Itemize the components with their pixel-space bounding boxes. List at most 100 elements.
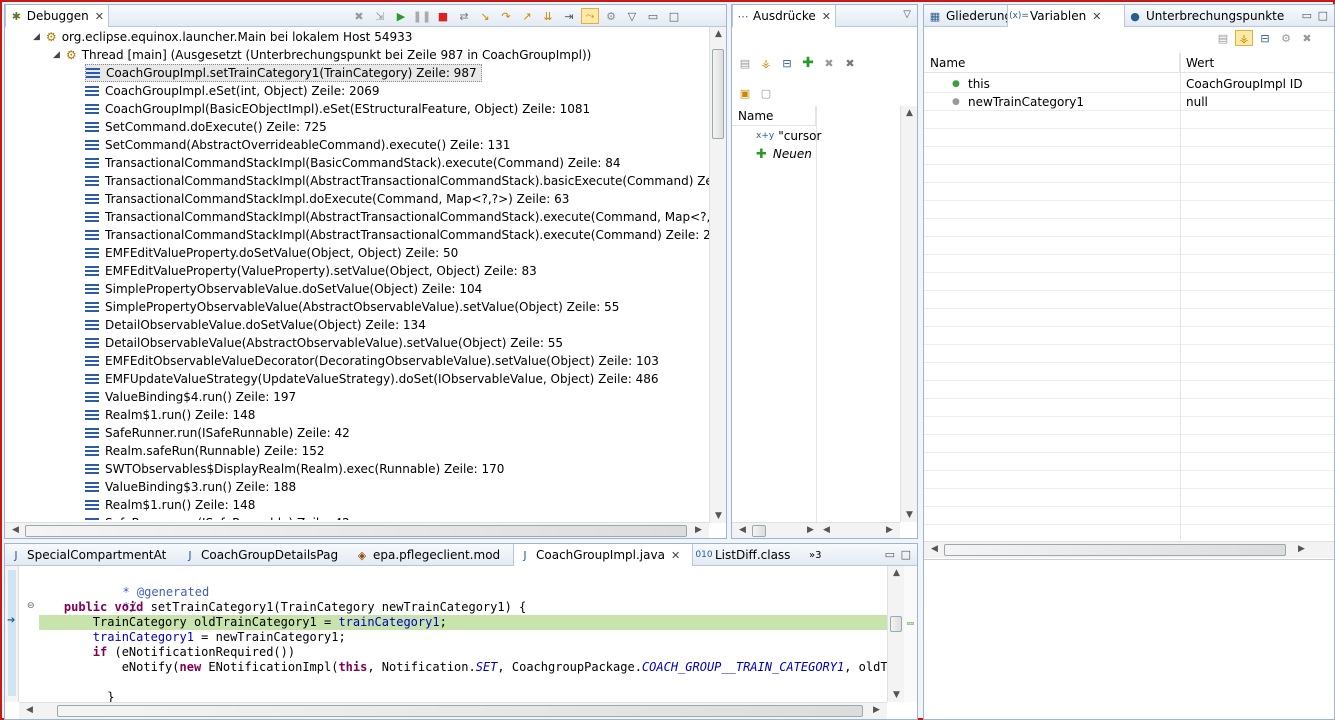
close-icon[interactable]: ✕ bbox=[95, 10, 104, 23]
variables-header-value[interactable]: Wert bbox=[1180, 53, 1334, 73]
scroll-thumb[interactable] bbox=[752, 525, 766, 537]
remove-terminated-icon[interactable]: ✖ bbox=[350, 8, 368, 24]
stack-frame[interactable]: Realm$1.run() Zeile: 148 bbox=[85, 496, 255, 514]
stack-frame[interactable]: TransactionalCommandStackImpl.doExecute(… bbox=[85, 190, 569, 208]
variables-header-name[interactable]: Name bbox=[924, 53, 1180, 73]
disconnect-icon[interactable]: ⇄ bbox=[455, 8, 473, 24]
stack-frame[interactable]: SimplePropertyObservableValue.doSetValue… bbox=[85, 280, 482, 298]
detail-pane[interactable] bbox=[924, 559, 1334, 719]
view-menu-icon[interactable]: ▽ bbox=[623, 8, 641, 24]
use-step-filters-icon[interactable]: ⇥ bbox=[560, 8, 578, 24]
add-expression-icon[interactable]: ✚ bbox=[799, 55, 817, 71]
stack-frame[interactable]: TransactionalCommandStackImpl(AbstractTr… bbox=[85, 208, 710, 226]
scroll-thumb[interactable] bbox=[890, 616, 902, 632]
show-logical-structure-icon[interactable]: ⚶ bbox=[757, 55, 775, 71]
scroll-thumb[interactable] bbox=[57, 705, 863, 717]
editor-hscroll[interactable]: ◀ ▶ bbox=[19, 702, 887, 719]
step-return-icon[interactable]: ↗ bbox=[518, 8, 536, 24]
tab-editor-1[interactable]: J SpecialCompartmentAt bbox=[5, 544, 170, 566]
variable-row[interactable]: ● newTrainCategory1 null bbox=[924, 93, 1334, 111]
tab-editor-5[interactable]: 010 ListDiff.class bbox=[693, 544, 794, 566]
scroll-thumb[interactable] bbox=[25, 525, 687, 537]
stack-frame[interactable]: DetailObservableValue.doSetValue(Object)… bbox=[85, 316, 426, 334]
minimize-icon[interactable]: ▭ bbox=[885, 548, 895, 561]
tab-variablen[interactable]: (x)= Variablen ✕ bbox=[1007, 5, 1125, 27]
stack-frame[interactable]: Realm$1.run() Zeile: 148 bbox=[85, 406, 255, 424]
tab-editor-3[interactable]: ◈ epa.pflegeclient.mod bbox=[351, 544, 504, 566]
show-type-names-icon[interactable]: ▤ bbox=[736, 55, 754, 71]
editor-vscroll[interactable]: ▲ ▼ bbox=[887, 566, 904, 702]
expressions-hscroll[interactable]: ◀ ▶ ◀ ▶ bbox=[732, 522, 900, 538]
close-icon[interactable]: ✕ bbox=[1092, 10, 1101, 23]
expanded-icon[interactable]: ◢ bbox=[33, 32, 40, 42]
tab-editor-active[interactable]: J CoachGroupImpl.java ✕ bbox=[513, 544, 693, 566]
add-watch-icon[interactable]: ⚙ bbox=[1277, 30, 1295, 46]
variables-hscroll[interactable]: ◀ ▶ bbox=[924, 541, 1334, 558]
debug-hscroll[interactable]: ◀ ▶ bbox=[5, 522, 709, 538]
step-into-icon[interactable]: ↘ bbox=[476, 8, 494, 24]
tab-editor-2[interactable]: J CoachGroupDetailsPag bbox=[179, 544, 342, 566]
tab-gliederung[interactable]: ▦ Gliederung bbox=[924, 5, 1016, 27]
resume-icon[interactable]: ▶ bbox=[392, 8, 410, 24]
fold-icon[interactable]: ⊖ bbox=[27, 601, 35, 611]
stack-frame[interactable]: ValueBinding$4.run() Zeile: 197 bbox=[85, 388, 296, 406]
stack-frame[interactable]: TransactionalCommandStackImpl(BasicComma… bbox=[85, 154, 620, 172]
stack-frame[interactable]: EMFEditValueProperty(ValueProperty).setV… bbox=[85, 262, 537, 280]
new-watch-icon[interactable]: ▣ bbox=[736, 85, 754, 101]
stack-frame[interactable]: SafeRunner.run(ISafeRunnable) Zeile: 42 bbox=[85, 424, 350, 442]
remove-all-icon[interactable]: ✖ bbox=[841, 55, 859, 71]
stack-frame[interactable]: SetCommand(AbstractOverrideableCommand).… bbox=[85, 136, 510, 154]
scroll-thumb[interactable] bbox=[944, 544, 1286, 556]
collapse-all-icon[interactable]: ⊟ bbox=[1256, 30, 1274, 46]
drop-to-frame-icon[interactable]: ⇊ bbox=[539, 8, 557, 24]
maximize-icon[interactable]: □ bbox=[1318, 9, 1328, 22]
launch-node[interactable]: ◢ ⚙ org.eclipse.equinox.launcher.Main be… bbox=[33, 28, 412, 46]
stack-frame[interactable]: SafeRunner.run(ISafeRunnable) Zeile: 42 bbox=[85, 514, 350, 520]
stack-frame[interactable]: EMFUpdateValueStrategy(UpdateValueStrate… bbox=[85, 370, 659, 388]
connect-icon[interactable]: ⇲ bbox=[371, 8, 389, 24]
minimize-icon[interactable]: ▭ bbox=[1302, 9, 1312, 22]
show-logical-structure-icon[interactable]: ⚶ bbox=[1235, 30, 1253, 46]
stack-frame[interactable]: SWTObservables$DisplayRealm(Realm).exec(… bbox=[85, 460, 504, 478]
copy-expression-icon[interactable]: ▢ bbox=[757, 85, 775, 101]
stack-frame[interactable]: ValueBinding$3.run() Zeile: 188 bbox=[85, 478, 296, 496]
show-type-names-icon[interactable]: ▤ bbox=[1214, 30, 1232, 46]
expanded-icon[interactable]: ◢ bbox=[53, 50, 60, 60]
stack-frame[interactable]: TransactionalCommandStackImpl(AbstractTr… bbox=[85, 172, 710, 190]
stack-frame[interactable]: SimplePropertyObservableValue(AbstractOb… bbox=[85, 298, 619, 316]
thread-node[interactable]: ◢ ⚙ Thread [main] (Ausgesetzt (Unterbrec… bbox=[53, 46, 591, 64]
stack-frame[interactable]: EMFEditObservableValueDecorator(Decorati… bbox=[85, 352, 659, 370]
overview-marker[interactable] bbox=[907, 622, 914, 625]
terminate-icon[interactable]: ■ bbox=[434, 8, 452, 24]
stack-frame[interactable]: CoachGroupImpl.setTrainCategory1(TrainCa… bbox=[85, 64, 482, 82]
remove-icon[interactable]: ✖ bbox=[1298, 30, 1316, 46]
stack-frame[interactable]: SetCommand.doExecute() Zeile: 725 bbox=[85, 118, 327, 136]
stack-frame[interactable]: CoachGroupImpl(BasicEObjectImpl).eSet(ES… bbox=[85, 100, 590, 118]
remove-expression-icon[interactable]: ✖ bbox=[820, 55, 838, 71]
add-new-expression[interactable]: ✚ Neuen bbox=[756, 145, 812, 163]
step-over-icon[interactable]: ↷ bbox=[497, 8, 515, 24]
collapse-all-icon[interactable]: ⊟ bbox=[778, 55, 796, 71]
stack-frame[interactable]: TransactionalCommandStackImpl(AbstractTr… bbox=[85, 226, 710, 244]
suspend-icon[interactable]: ❚❚ bbox=[413, 8, 431, 24]
expressions-vscroll[interactable]: ▲ ▼ bbox=[900, 106, 917, 522]
maximize-icon[interactable]: □ bbox=[901, 548, 911, 561]
tab-unterbrechungspunkte[interactable]: ● Unterbrechungspunkte bbox=[1124, 5, 1288, 27]
variable-row[interactable]: ● this CoachGroupImpl ID bbox=[924, 75, 1334, 93]
view-menu-icon[interactable]: ▽ bbox=[903, 9, 911, 20]
tab-debuggen[interactable]: ✱ Debuggen ✕ bbox=[5, 5, 109, 27]
close-icon[interactable]: ✕ bbox=[822, 10, 831, 23]
step-filter-toggle-icon[interactable]: ⤳ bbox=[581, 8, 599, 24]
tab-overflow[interactable]: » 3 bbox=[805, 544, 826, 566]
view-options-icon[interactable]: ⚙ bbox=[602, 8, 620, 24]
scroll-thumb[interactable] bbox=[712, 49, 724, 139]
stack-frame[interactable]: EMFEditValueProperty.doSetValue(Object, … bbox=[85, 244, 458, 262]
expressions-header-name[interactable]: Name bbox=[732, 106, 816, 126]
stack-frame[interactable]: Realm.safeRun(Runnable) Zeile: 152 bbox=[85, 442, 325, 460]
tab-ausdruecke[interactable]: ⋯ Ausdrücke ✕ bbox=[732, 5, 836, 27]
expression-item[interactable]: x+y "cursor bbox=[756, 127, 821, 145]
maximize-icon[interactable]: □ bbox=[665, 8, 683, 24]
close-icon[interactable]: ✕ bbox=[671, 549, 680, 562]
stack-frame[interactable]: CoachGroupImpl.eSet(int, Object) Zeile: … bbox=[85, 82, 379, 100]
stack-frame[interactable]: DetailObservableValue(AbstractObservable… bbox=[85, 334, 563, 352]
